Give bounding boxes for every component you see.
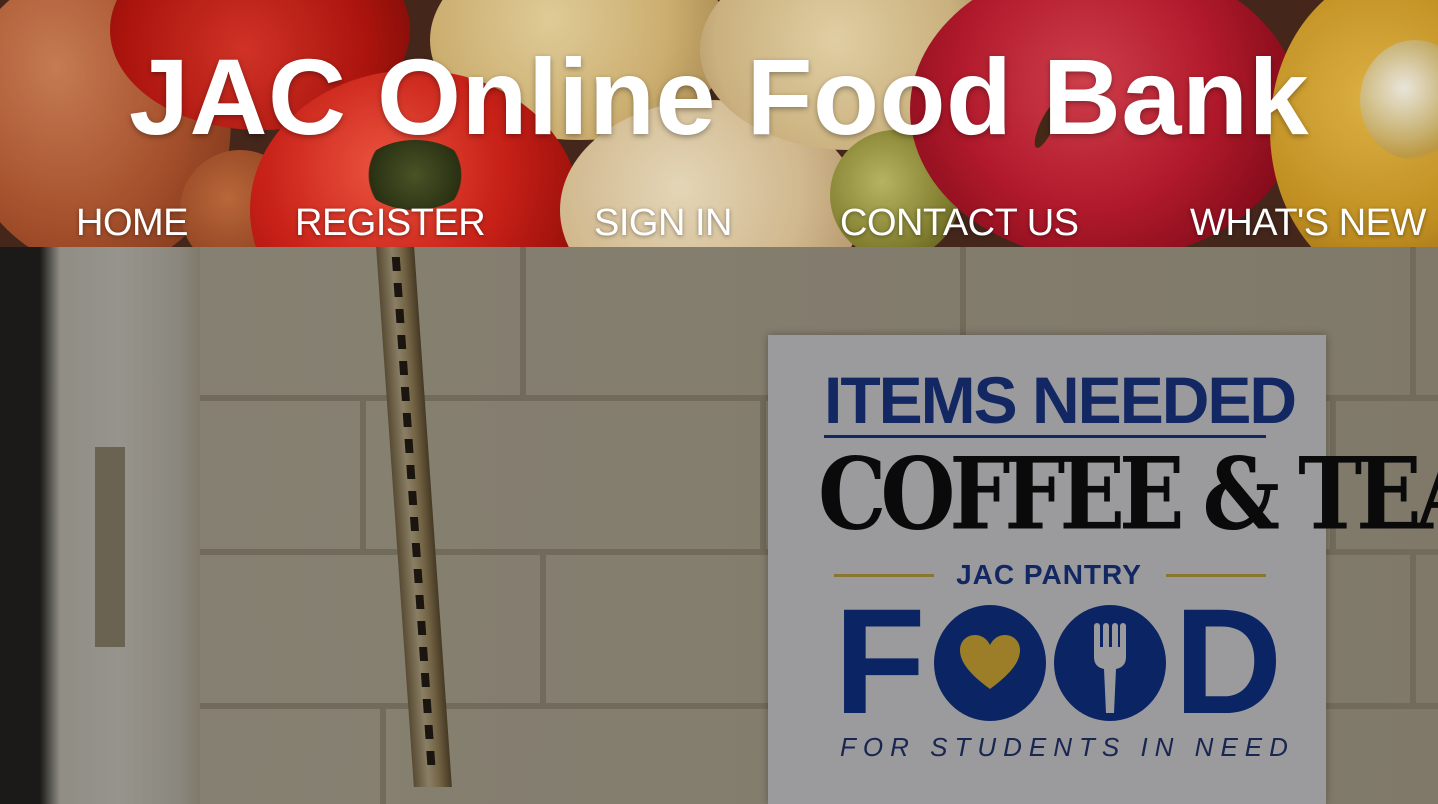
nav-link-whats-new[interactable]: WHAT'S NEW <box>1190 200 1426 246</box>
nav-link-home[interactable]: HOME <box>76 200 189 246</box>
hero-image: ITEMS NEEDED COFFEE & TEA JAC PANTRY F D… <box>0 247 1438 804</box>
site-title: JAC Online Food Bank <box>128 36 1310 157</box>
nav-link-sign-in[interactable]: SIGN IN <box>594 200 732 246</box>
nav-link-contact-us[interactable]: CONTACT US <box>840 200 1079 246</box>
main-nav: HOME REGISTER SIGN IN CONTACT US WHAT'S … <box>0 200 1438 247</box>
nav-link-register[interactable]: REGISTER <box>295 200 486 246</box>
site-header: JAC Online Food Bank HOME REGISTER SIGN … <box>0 0 1438 247</box>
